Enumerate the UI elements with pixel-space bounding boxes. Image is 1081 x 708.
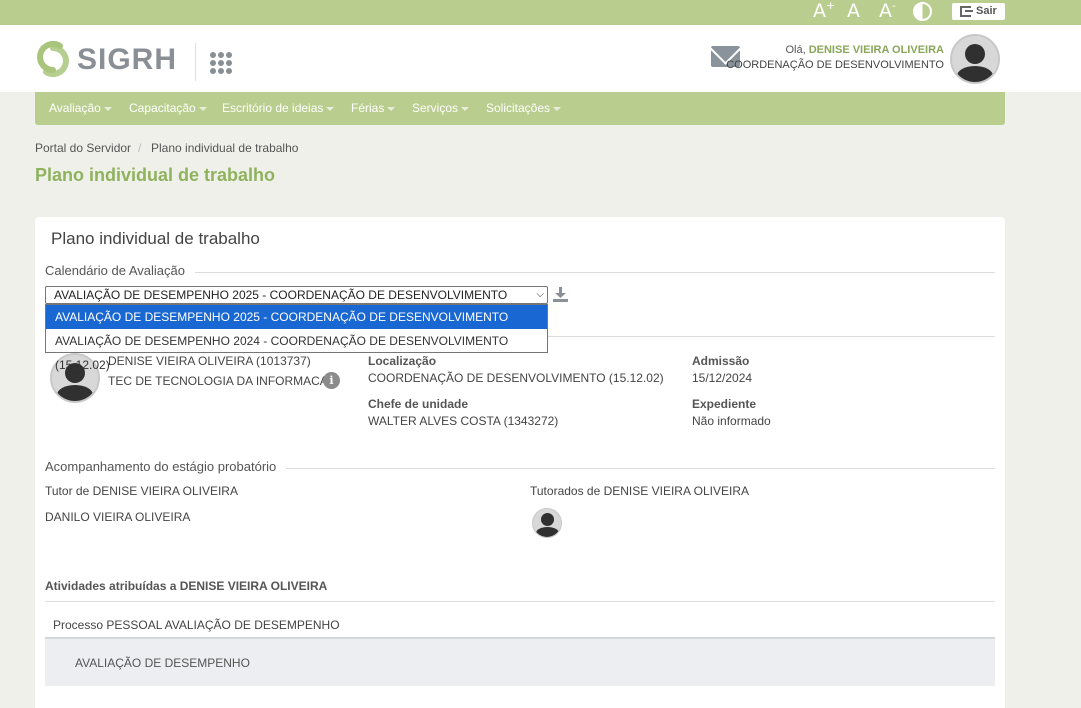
nav-solicitacoes[interactable]: Solicitações [486, 92, 561, 125]
activities-title: Atividades atribuídas a DENISE VIEIRA OL… [45, 579, 328, 593]
decrease-font-sup: - [892, 0, 896, 12]
nav-escritorio-ideias[interactable]: Escritório de ideias [222, 92, 334, 125]
admission-value: 15/12/2024 [692, 371, 753, 385]
nav-avaliacao[interactable]: Avaliação [49, 92, 112, 125]
probation-legend: Acompanhamento do estágio probatório [45, 459, 287, 474]
accessibility-bar: A+ A A- Sair [0, 0, 1081, 25]
header: SIGRH Olá, DENISE VIEIRA OLIVEIRA COORDE… [0, 25, 1081, 92]
nav-ferias[interactable]: Férias [351, 92, 395, 125]
process-label: Processo PESSOAL AVALIAÇÃO DE DESEMPENHO [53, 618, 340, 632]
tutor-label: Tutor de DENISE VIEIRA OLIVEIRA [45, 484, 238, 498]
default-font-button[interactable]: A [847, 0, 860, 25]
calendar-option-2025[interactable]: AVALIAÇÃO DE DESEMPENHO 2025 - COORDENAÇ… [46, 305, 547, 348]
tutored-label: Tutorados de DENISE VIEIRA OLIVEIRA [530, 484, 749, 498]
main-nav: Avaliação Capacitação Escritório de idei… [35, 92, 1005, 125]
logo-text[interactable]: SIGRH [77, 43, 177, 77]
tutor-name: DANILO VIEIRA OLIVEIRA [45, 510, 191, 524]
user-avatar[interactable] [950, 34, 1000, 84]
user-name[interactable]: DENISE VIEIRA OLIVEIRA [809, 44, 944, 56]
location-label: Localização [368, 354, 437, 368]
logout-label: Sair [976, 5, 997, 17]
tutored-avatar[interactable] [532, 508, 562, 538]
sigrh-logo-icon[interactable] [34, 40, 72, 78]
schedule-label: Expediente [692, 397, 757, 411]
breadcrumb-separator: / [138, 141, 142, 155]
chevron-down-icon: ⌵ [536, 289, 544, 300]
calendar-dropdown: AVALIAÇÃO DE DESEMPENHO 2025 - COORDENAÇ… [45, 304, 548, 372]
increase-font-sup: + [826, 0, 836, 12]
logout-button[interactable]: Sair [952, 3, 1005, 20]
user-greeting: Olá, DENISE VIEIRA OLIVEIRA [785, 44, 944, 56]
employee-name: DENISE VIEIRA OLIVEIRA (1013737) [108, 354, 311, 368]
location-value: COORDENAÇÃO DE DESENVOLVIMENTO (15.12.02… [368, 371, 664, 385]
chief-value: WALTER ALVES COSTA (1343272) [368, 414, 559, 428]
schedule-value: Não informado [692, 414, 771, 428]
info-icon[interactable]: i [323, 372, 340, 389]
nav-capacitacao[interactable]: Capacitação [129, 92, 207, 125]
activities-rule [45, 601, 995, 602]
increase-font-label: A [813, 0, 826, 22]
decrease-font-button[interactable]: A- [879, 0, 896, 25]
chief-label: Chefe de unidade [368, 397, 469, 411]
apps-grid-icon[interactable] [210, 52, 232, 74]
employee-role: TEC DE TECNOLOGIA DA INFORMACAO [108, 374, 338, 388]
header-divider [195, 43, 196, 81]
logout-icon [960, 6, 973, 17]
calendar-select[interactable]: AVALIAÇÃO DE DESEMPENHO 2025 - COORDENAÇ… [45, 286, 548, 318]
greeting-text: Olá, [785, 44, 806, 56]
user-department: COORDENAÇÃO DE DESENVOLVIMENTO [726, 59, 944, 71]
admission-label: Admissão [692, 354, 750, 368]
breadcrumb-portal[interactable]: Portal do Servidor [35, 141, 131, 155]
contrast-icon[interactable] [913, 2, 932, 21]
decrease-font-label: A [879, 0, 892, 22]
calendar-option-2024[interactable]: AVALIAÇÃO DE DESEMPENHO 2024 - COORDENAÇ… [46, 329, 547, 372]
process-item[interactable]: AVALIAÇÃO DE DESEMPENHO [75, 656, 250, 670]
page-title: Plano individual de trabalho [35, 165, 276, 185]
calendar-legend: Calendário de Avaliação [45, 263, 195, 278]
card-title: Plano individual de trabalho [51, 229, 260, 248]
increase-font-button[interactable]: A+ [813, 0, 835, 25]
nav-servicos[interactable]: Serviços [412, 92, 469, 125]
breadcrumb-current: Plano individual de trabalho [151, 141, 299, 155]
download-icon[interactable] [552, 286, 569, 303]
